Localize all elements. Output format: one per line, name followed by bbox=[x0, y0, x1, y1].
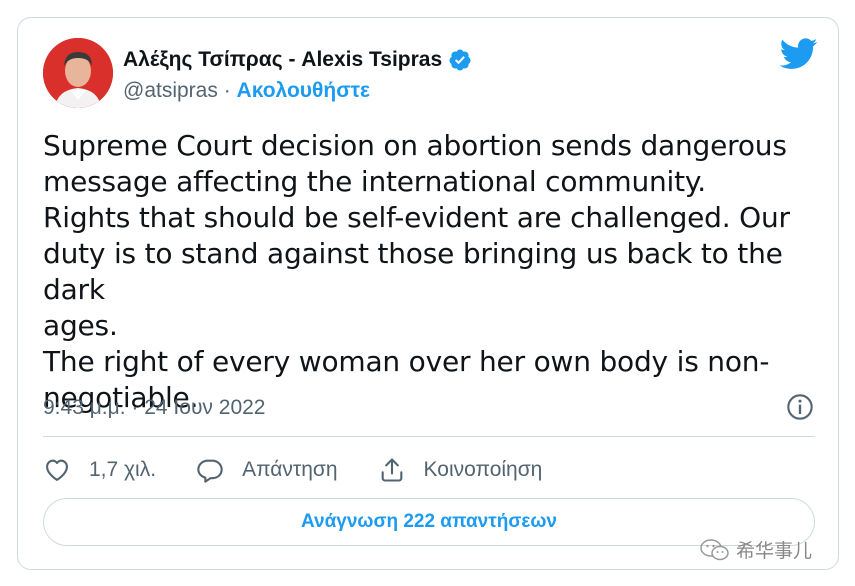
share-button[interactable]: Κοινοποίηση bbox=[378, 456, 543, 484]
share-icon bbox=[381, 458, 402, 482]
wechat-logo-icon bbox=[700, 538, 729, 560]
share-label: Κοινοποίηση bbox=[423, 458, 543, 481]
author-name[interactable]: Αλέξης Τσίπρας - Alexis Tsipras bbox=[123, 48, 442, 72]
like-button[interactable]: 1,7 χιλ. bbox=[43, 456, 156, 484]
tweet-card: Αλέξης Τσίπρας - Alexis Tsipras @atsipra… bbox=[17, 17, 839, 570]
read-replies-label: Ανάγνωση 222 απαντήσεων bbox=[301, 511, 557, 532]
twitter-bird-icon[interactable] bbox=[780, 38, 818, 70]
action-bar: 1,7 χιλ. Απάντηση Κοινοποίηση bbox=[43, 456, 582, 484]
avatar-portrait-icon bbox=[43, 38, 113, 108]
reply-label: Απάντηση bbox=[242, 458, 338, 481]
tweet-text: Supreme Court decision on abortion sends… bbox=[43, 129, 790, 414]
author-name-row: Αλέξης Τσίπρας - Alexis Tsipras bbox=[123, 48, 472, 72]
verified-badge-icon bbox=[449, 49, 471, 71]
follow-link[interactable]: Ακολουθήστε bbox=[237, 79, 370, 102]
like-count: 1,7 χιλ. bbox=[89, 458, 157, 481]
divider bbox=[43, 436, 815, 437]
watermark-text: 希华事儿 bbox=[736, 541, 813, 562]
separator-dot: · bbox=[223, 79, 231, 102]
watermark: 希华事儿 bbox=[700, 536, 812, 563]
heart-icon bbox=[46, 459, 68, 481]
info-icon[interactable] bbox=[786, 393, 814, 421]
avatar[interactable] bbox=[43, 38, 113, 108]
author-handle[interactable]: @atsipras bbox=[123, 79, 218, 102]
reply-bubble-icon bbox=[197, 459, 223, 483]
reply-button[interactable]: Απάντηση bbox=[196, 456, 338, 484]
author-handle-row: @atsipras · Ακολουθήστε bbox=[123, 79, 370, 103]
tweet-timestamp[interactable]: 9:43 μ.μ. · 24 Ιουν 2022 bbox=[43, 396, 265, 420]
